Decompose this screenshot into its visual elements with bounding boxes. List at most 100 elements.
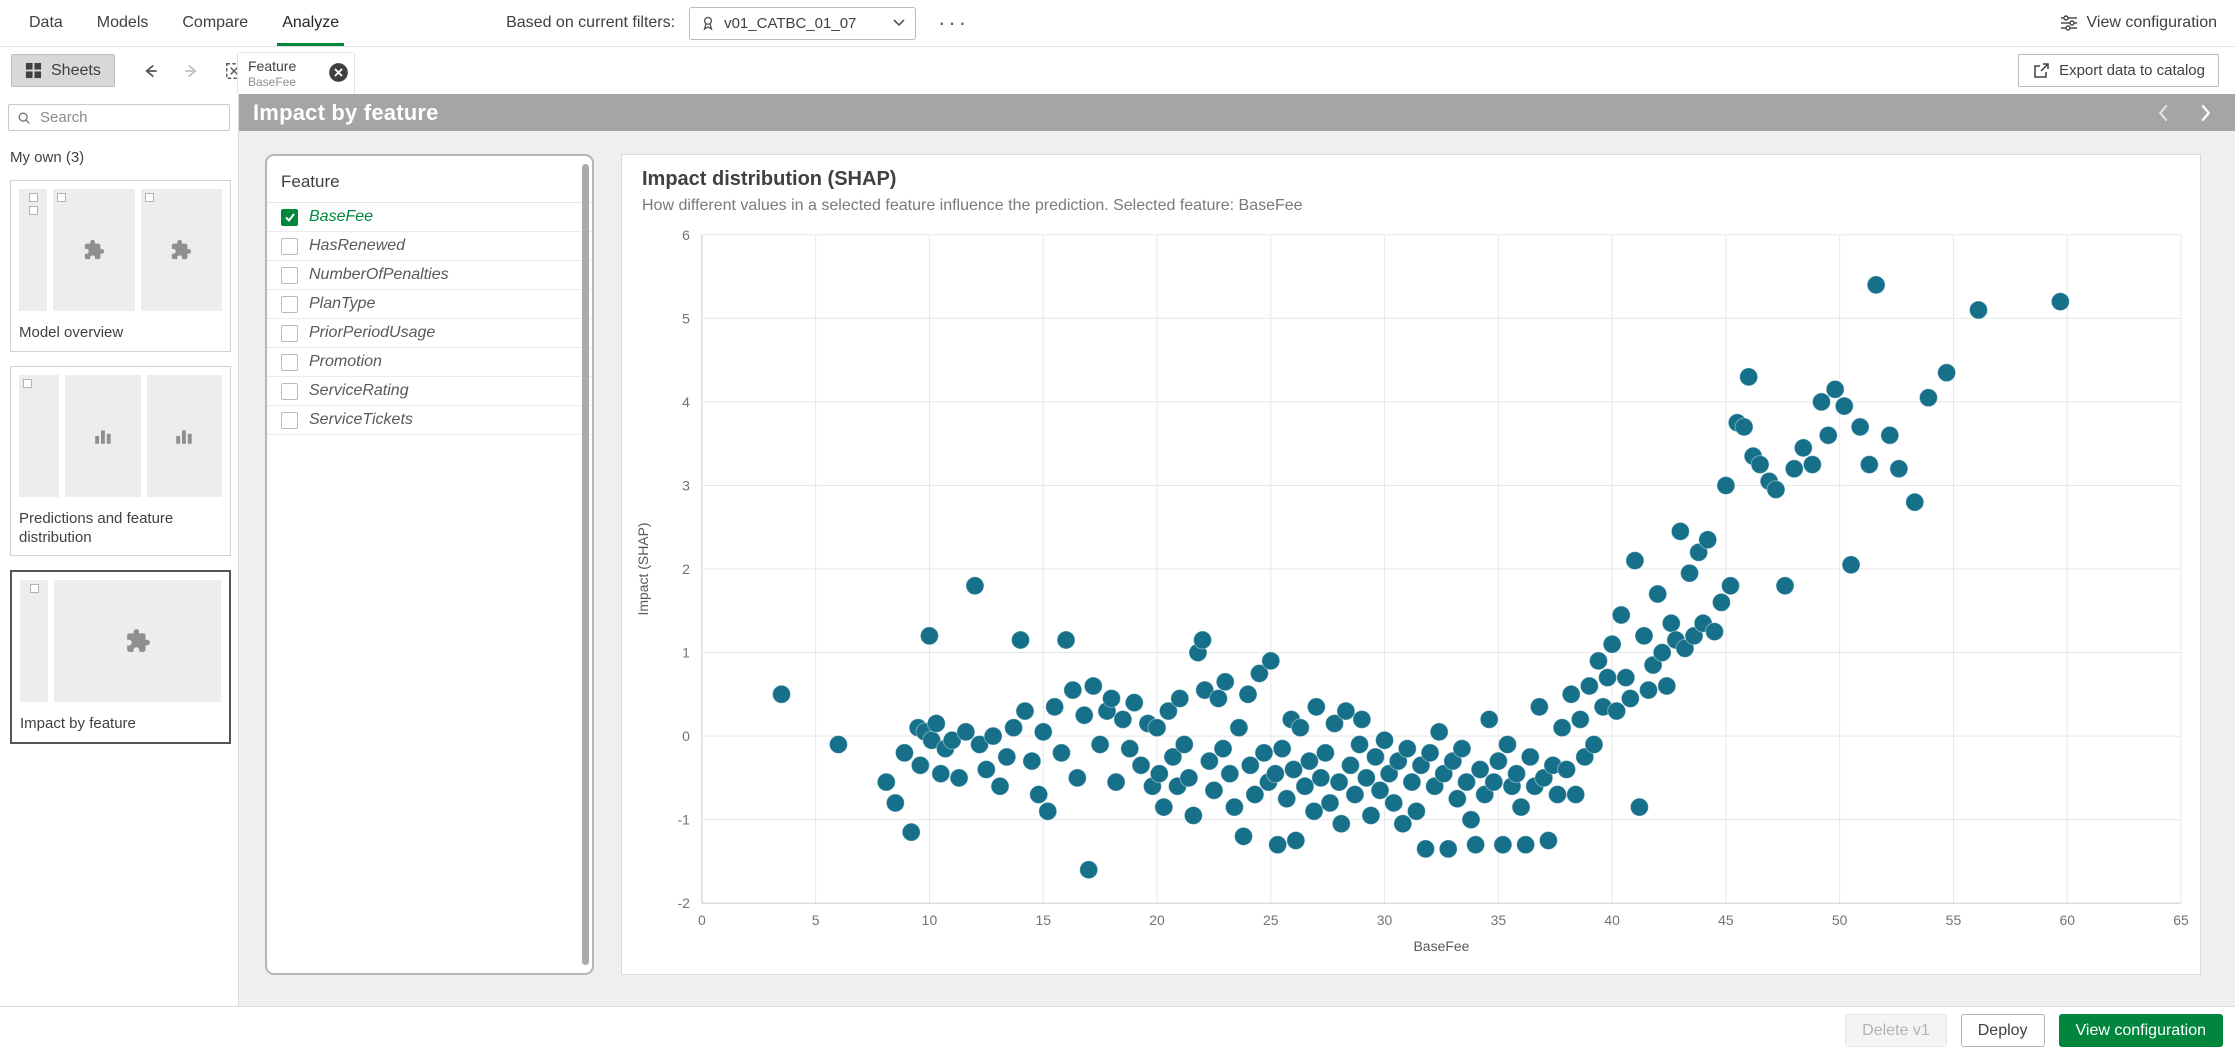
scatter-point[interactable] (1539, 832, 1557, 850)
scatter-point[interactable] (1285, 761, 1303, 779)
scatter-point[interactable] (1385, 794, 1403, 812)
scatter-point[interactable] (1209, 689, 1227, 707)
scatter-point[interactable] (1057, 631, 1075, 649)
scatter-point[interactable] (1235, 827, 1253, 845)
selections-back-button[interactable] (135, 56, 165, 86)
scatter-point[interactable] (1740, 368, 1758, 386)
scatter-point[interactable] (1722, 577, 1740, 595)
scatter-point[interactable] (1751, 456, 1769, 474)
scatter-point[interactable] (2051, 293, 2069, 311)
scatter-point[interactable] (1221, 765, 1239, 783)
scatter-point[interactable] (991, 777, 1009, 795)
feature-item-basefee[interactable]: BaseFee (267, 203, 592, 232)
scatter-point[interactable] (1194, 631, 1212, 649)
scatter-point[interactable] (1681, 564, 1699, 582)
scatter-point[interactable] (1621, 689, 1639, 707)
scatter-point[interactable] (1635, 627, 1653, 645)
scatter-point[interactable] (1171, 689, 1189, 707)
scatter-point[interactable] (1521, 748, 1539, 766)
checkbox-unchecked[interactable] (281, 383, 298, 400)
scatter-point[interactable] (1305, 802, 1323, 820)
scatter-point[interactable] (998, 748, 1016, 766)
scatter-point[interactable] (1453, 740, 1471, 758)
checkbox-unchecked[interactable] (281, 325, 298, 342)
scatter-point[interactable] (1589, 652, 1607, 670)
scatter-point[interactable] (1214, 740, 1232, 758)
scatter-point[interactable] (1262, 652, 1280, 670)
export-data-button[interactable]: Export data to catalog (2018, 54, 2219, 87)
scatter-point[interactable] (1273, 740, 1291, 758)
scatter-point[interactable] (1266, 765, 1284, 783)
sheet-card-predictions[interactable]: Predictions and feature distribution (10, 366, 231, 557)
scatter-point[interactable] (977, 761, 995, 779)
scatter-point[interactable] (920, 627, 938, 645)
scatter-point[interactable] (1394, 815, 1412, 833)
view-configuration-button[interactable]: View configuration (2059, 1014, 2223, 1047)
scatter-point[interactable] (1608, 702, 1626, 720)
scatter-point[interactable] (1842, 556, 1860, 574)
scatter-point[interactable] (1938, 364, 1956, 382)
tab-analyze[interactable]: Analyze (265, 0, 356, 46)
scatter-point[interactable] (1184, 807, 1202, 825)
scatter-point[interactable] (1512, 798, 1530, 816)
scatter-point[interactable] (1341, 756, 1359, 774)
scatter-point[interactable] (1489, 752, 1507, 770)
scatter-point[interactable] (1439, 840, 1457, 858)
scatter-point[interactable] (1246, 786, 1264, 804)
scatter-point[interactable] (1969, 301, 1987, 319)
scatter-point[interactable] (1180, 769, 1198, 787)
scatter-point[interactable] (1034, 723, 1052, 741)
scatter-point[interactable] (1448, 790, 1466, 808)
scatter-point[interactable] (1353, 710, 1371, 728)
scatter-point[interactable] (1776, 577, 1794, 595)
scatter-point[interactable] (877, 773, 895, 791)
scatter-point[interactable] (1580, 677, 1598, 695)
scatter-point[interactable] (1332, 815, 1350, 833)
scatter-point[interactable] (1421, 744, 1439, 762)
scatter-point[interactable] (950, 769, 968, 787)
scatter-point[interactable] (1658, 677, 1676, 695)
scatter-point[interactable] (927, 715, 945, 733)
scatter-point[interactable] (1553, 719, 1571, 737)
scatter-point[interactable] (1851, 418, 1869, 436)
more-options-button[interactable]: ··· (938, 12, 969, 34)
tab-compare[interactable]: Compare (165, 0, 265, 46)
scatter-point[interactable] (1200, 752, 1218, 770)
scatter-point[interactable] (1366, 748, 1384, 766)
scatter-point[interactable] (957, 723, 975, 741)
checkbox-unchecked[interactable] (281, 412, 298, 429)
scatter-point[interactable] (1075, 706, 1093, 724)
scatter-point[interactable] (1867, 276, 1885, 294)
scatter-point[interactable] (1603, 635, 1621, 653)
scatter-point[interactable] (1407, 802, 1425, 820)
scatter-point[interactable] (1919, 389, 1937, 407)
shap-scatter-plot[interactable]: 05101520253035404550556065-2-10123456Bas… (622, 155, 2200, 974)
scatter-point[interactable] (1717, 477, 1735, 495)
scatter-point[interactable] (1494, 836, 1512, 854)
deploy-button[interactable]: Deploy (1961, 1014, 2045, 1047)
scatter-point[interactable] (1291, 719, 1309, 737)
scatter-point[interactable] (1599, 669, 1617, 687)
feature-item-promotion[interactable]: Promotion (267, 348, 592, 377)
scatter-point[interactable] (886, 794, 904, 812)
checkbox-unchecked[interactable] (281, 354, 298, 371)
scatter-point[interactable] (895, 744, 913, 762)
scatter-point[interactable] (1517, 836, 1535, 854)
scrollbar[interactable] (582, 164, 589, 965)
tab-data[interactable]: Data (12, 0, 80, 46)
search-input[interactable] (38, 108, 221, 127)
scatter-point[interactable] (1150, 765, 1168, 783)
scatter-point[interactable] (1205, 781, 1223, 799)
scatter-point[interactable] (1712, 593, 1730, 611)
scatter-point[interactable] (829, 735, 847, 753)
scatter-point[interactable] (1175, 735, 1193, 753)
feature-item-servicetickets[interactable]: ServiceTickets (267, 406, 592, 435)
scatter-point[interactable] (1255, 744, 1273, 762)
view-configuration-button-top[interactable]: View configuration (2060, 14, 2217, 32)
scatter-point[interactable] (1508, 765, 1526, 783)
scatter-point[interactable] (1091, 735, 1109, 753)
scatter-point[interactable] (1471, 761, 1489, 779)
scatter-point[interactable] (1321, 794, 1339, 812)
scatter-point[interactable] (1068, 769, 1086, 787)
scatter-point[interactable] (1269, 836, 1287, 854)
